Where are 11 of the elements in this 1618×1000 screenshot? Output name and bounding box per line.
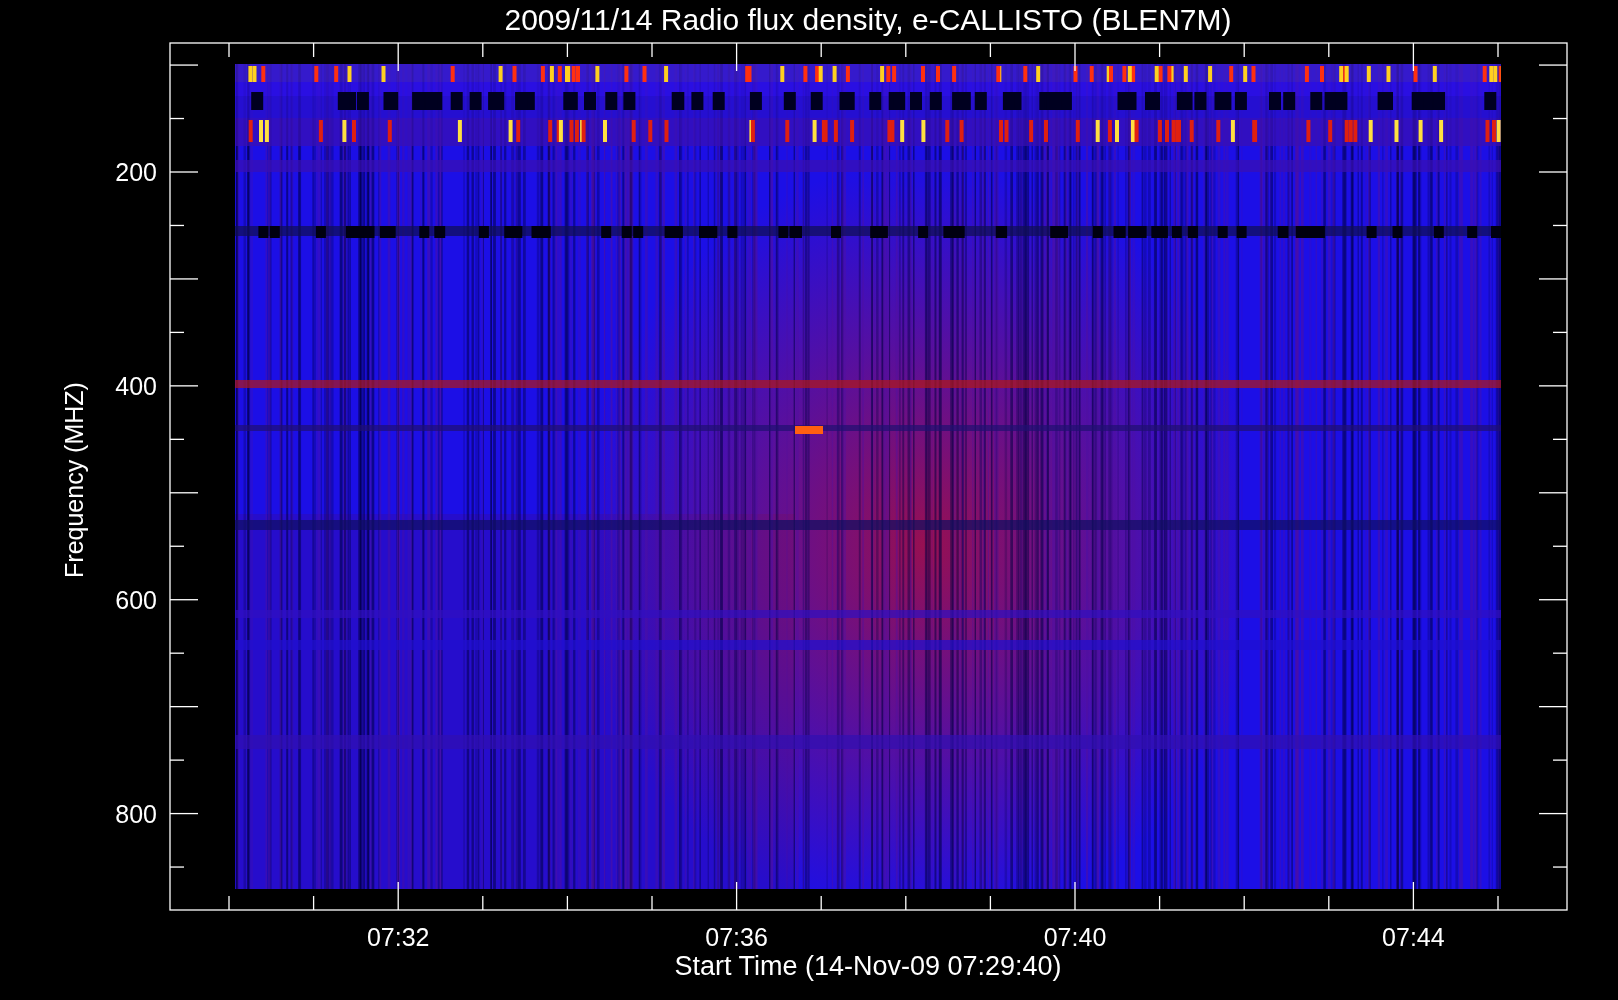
axis-tick-label: 07:40 [1043, 923, 1107, 951]
axis-tick-label: 07:32 [366, 923, 430, 951]
chart-title: 2009/11/14 Radio flux density, e-CALLISTO (BLEN7M) [504, 3, 1232, 36]
axis-title: Start Time (14-Nov-09 07:29:40) [674, 951, 1062, 981]
axis-tick-label: 400 [115, 371, 157, 400]
axis-tick-label: 800 [115, 799, 157, 828]
axis-title: Frequency (MHZ) [60, 382, 88, 578]
axis-tick-label: 07:44 [1382, 923, 1445, 951]
axis-tick-label: 07:36 [705, 923, 768, 951]
axis-tick-label: 600 [115, 585, 157, 614]
axis-tick-label: 200 [115, 158, 157, 186]
